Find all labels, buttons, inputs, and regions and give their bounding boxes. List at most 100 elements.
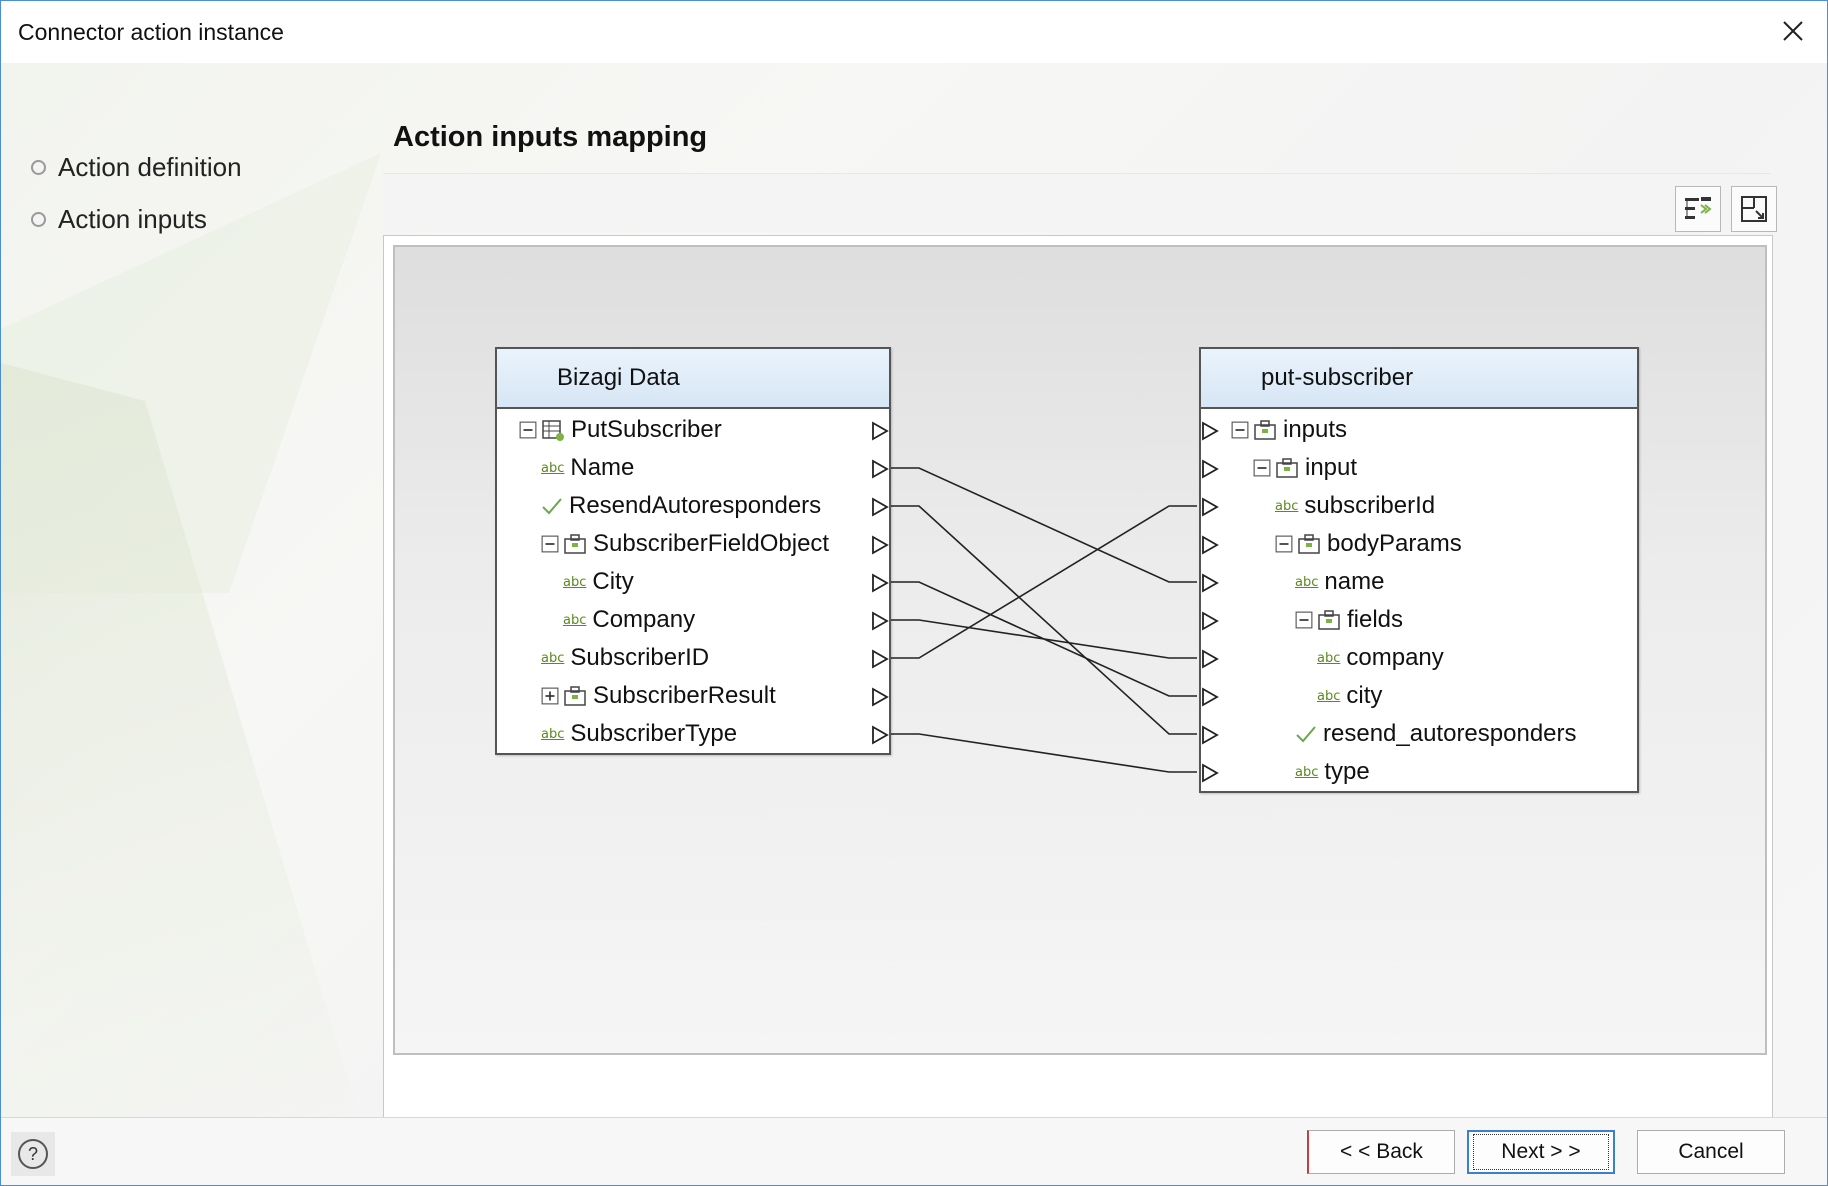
target-field-subscriber-id[interactable]: abc subscriberId [1201,487,1637,525]
target-port-icon[interactable] [1201,421,1219,441]
field-label: ResendAutoresponders [569,492,822,519]
field-label: company [1346,644,1444,671]
help-button[interactable]: ? [11,1132,55,1176]
field-label: type [1324,758,1370,785]
source-field-city[interactable]: abc City [497,563,889,601]
next-button[interactable]: Next > > [1467,1130,1615,1174]
target-field-fields[interactable]: fields [1201,601,1637,639]
help-icon: ? [18,1139,48,1169]
step-action-definition[interactable]: Action definition [31,141,242,193]
source-field-name[interactable]: abc Name [497,449,889,487]
abc-text-icon: abc [541,460,565,476]
dialog-window: Connector action instance Action definit… [0,0,1828,1186]
source-node-bizagi-data[interactable]: Bizagi Data PutSubscriber abc Name ResendAu… [495,347,891,755]
section-title: Action inputs mapping [393,121,708,153]
mapping-canvas[interactable]: Bizagi Data PutSubscriber abc Name ResendAu… [393,245,1767,1055]
table-icon [542,420,564,441]
target-field-type[interactable]: abc type [1201,753,1637,791]
target-field-inputs[interactable]: inputs [1201,411,1637,449]
abc-text-icon: abc [563,612,587,628]
target-port-icon[interactable] [1201,459,1219,479]
field-label: resend_autoresponders [1323,720,1577,747]
auto-map-button[interactable] [1675,186,1721,232]
next-button-label: Next > > [1473,1134,1609,1170]
source-port-icon[interactable] [871,459,889,479]
abc-text-icon: abc [1317,688,1341,704]
target-port-icon[interactable] [1201,573,1219,593]
target-port-icon[interactable] [1201,725,1219,745]
checkmark-icon [1296,726,1316,743]
abc-text-icon: abc [541,650,565,666]
step-action-inputs[interactable]: Action inputs [31,193,242,245]
collapse-icon[interactable] [541,535,559,553]
source-field-subscriber-result[interactable]: SubscriberResult [497,677,889,715]
target-node-put-subscriber[interactable]: put-subscriber inputs input abc subscriberI… [1199,347,1639,793]
target-field-body-params[interactable]: bodyParams [1201,525,1637,563]
field-label: input [1305,454,1358,481]
target-port-icon[interactable] [1201,649,1219,669]
back-button[interactable]: < < Back [1307,1130,1455,1174]
mapping-line-name-to-name[interactable] [891,467,1197,583]
mapping-line-subscriber-id-to-subscriber-id[interactable] [891,505,1197,659]
expand-icon[interactable] [541,687,559,705]
object-icon [1298,534,1320,554]
source-port-icon[interactable] [871,497,889,517]
source-port-icon[interactable] [871,687,889,707]
target-port-icon[interactable] [1201,535,1219,555]
target-field-resend-autoresponders[interactable]: resend_autoresponders [1201,715,1637,753]
field-label: bodyParams [1327,530,1462,557]
abc-text-icon: abc [1295,574,1319,590]
step-bullet-icon [31,211,46,227]
field-label: City [592,568,634,595]
target-port-icon[interactable] [1201,763,1219,783]
field-label: SubscriberID [570,644,710,671]
object-icon [1318,610,1340,630]
fit-view-button[interactable] [1731,186,1777,232]
source-field-subscriber-id[interactable]: abc SubscriberID [497,639,889,677]
collapse-icon[interactable] [1295,611,1313,629]
title-bar: Connector action instance [1,1,1827,63]
field-label: city [1346,682,1383,709]
target-field-company[interactable]: abc company [1201,639,1637,677]
target-port-icon[interactable] [1201,687,1219,707]
source-field-company[interactable]: abc Company [497,601,889,639]
source-field-subscriber-field-object[interactable]: SubscriberFieldObject [497,525,889,563]
target-node-title: put-subscriber [1201,349,1637,409]
target-field-name[interactable]: abc name [1201,563,1637,601]
target-port-icon[interactable] [1201,611,1219,631]
dialog-footer: ? < < Back Next > > Cancel [1,1117,1827,1185]
checkmark-icon [542,498,562,515]
source-port-icon[interactable] [871,573,889,593]
window-title: Connector action instance [18,19,284,45]
field-label: SubscriberFieldObject [593,530,830,557]
collapse-icon[interactable] [1253,459,1271,477]
source-port-icon[interactable] [871,611,889,631]
mapping-line-subscriber-type-to-type[interactable] [891,733,1197,773]
source-port-icon[interactable] [871,421,889,441]
mapping-line-company-to-company[interactable] [891,619,1197,659]
mapping-line-resend-autoresponders-to-resend-autoresponders[interactable] [891,505,1197,735]
target-field-city[interactable]: abc city [1201,677,1637,715]
cancel-button[interactable]: Cancel [1637,1130,1785,1174]
target-field-input[interactable]: input [1201,449,1637,487]
auto-map-icon [1685,197,1712,219]
source-port-icon[interactable] [871,725,889,745]
fit-view-icon [1741,196,1767,222]
collapse-icon[interactable] [519,421,537,439]
source-port-icon[interactable] [871,649,889,669]
field-label: SubscriberType [570,720,738,747]
close-button[interactable] [1773,11,1813,51]
object-icon [1254,420,1276,440]
source-port-icon[interactable] [871,535,889,555]
target-port-icon[interactable] [1201,497,1219,517]
source-field-resend-autoresponders[interactable]: ResendAutoresponders [497,487,889,525]
source-field-put-subscriber[interactable]: PutSubscriber [497,411,889,449]
source-field-subscriber-type[interactable]: abc SubscriberType [497,715,889,753]
collapse-icon[interactable] [1231,421,1249,439]
object-icon [564,534,586,554]
close-icon [1783,21,1803,41]
mapping-toolbar [383,173,1777,232]
collapse-icon[interactable] [1275,535,1293,553]
wizard-steps: Action definition Action inputs [31,141,242,245]
dialog-content: Action definition Action inputs Action i… [1,63,1827,1129]
